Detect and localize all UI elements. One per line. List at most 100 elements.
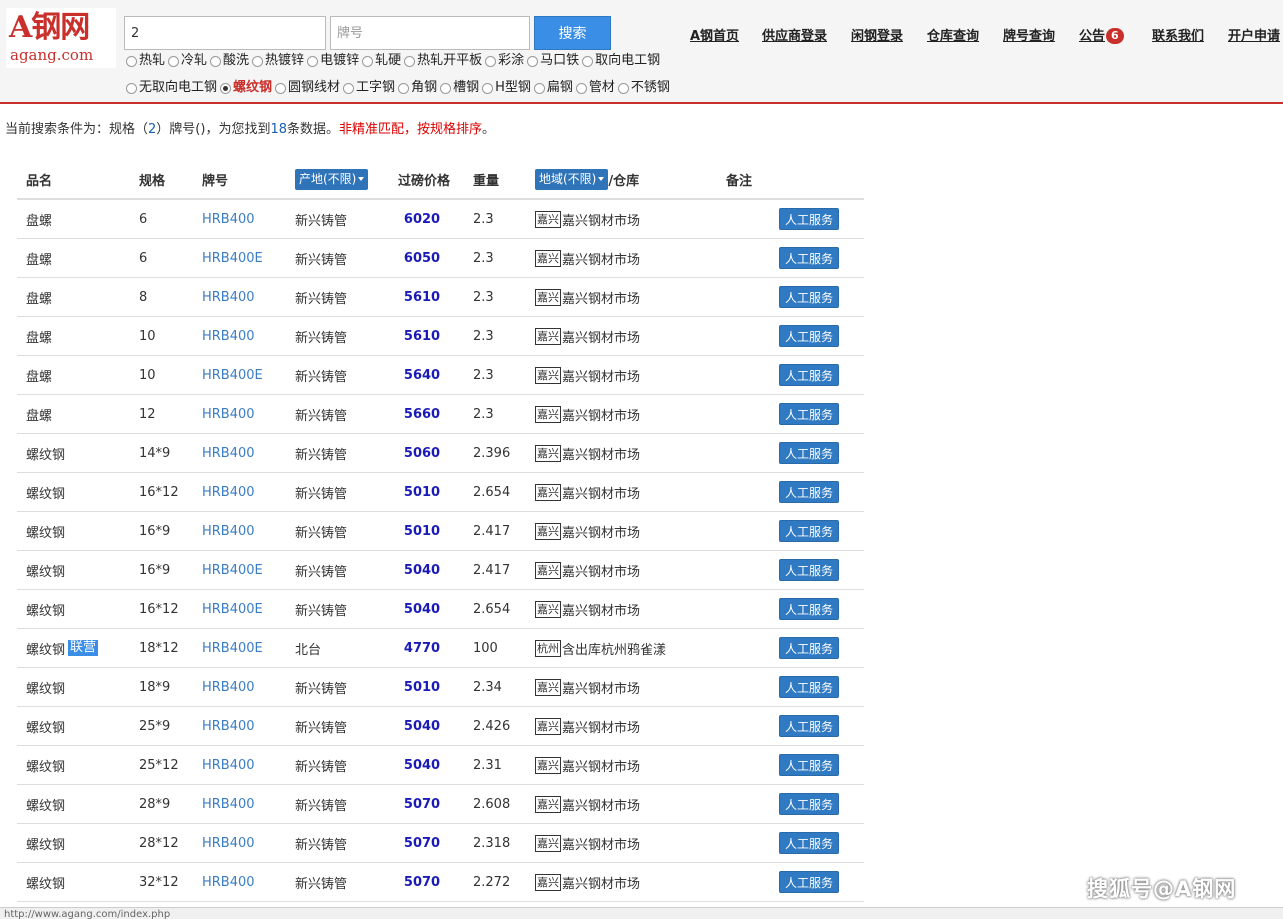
category-option[interactable]: H型钢: [482, 79, 531, 97]
brand-link[interactable]: HRB400: [202, 785, 255, 823]
radio-button[interactable]: [275, 82, 287, 94]
brand-link[interactable]: HRB400: [202, 746, 255, 784]
category-option[interactable]: 取向电工钢: [582, 52, 660, 70]
radio-button[interactable]: [404, 55, 416, 67]
category-option[interactable]: 热轧: [126, 52, 165, 70]
manual-service-button[interactable]: 人工服务: [779, 442, 839, 464]
radio-button[interactable]: [485, 55, 497, 67]
radio-button[interactable]: [126, 55, 137, 67]
brand-link[interactable]: HRB400: [202, 863, 255, 901]
manual-service-button[interactable]: 人工服务: [779, 325, 839, 347]
brand-link[interactable]: HRB400E: [202, 239, 263, 277]
category-option[interactable]: 管材: [575, 79, 615, 97]
manual-service-button[interactable]: 人工服务: [779, 715, 839, 737]
brand-link[interactable]: HRB400: [202, 317, 255, 355]
radio-button[interactable]: [398, 82, 410, 94]
category-option[interactable]: 轧硬: [362, 52, 401, 70]
region-tag: 嘉兴: [535, 405, 561, 423]
nav-contact-link[interactable]: 联系我们: [1152, 28, 1204, 46]
brand-link[interactable]: HRB400: [202, 473, 255, 511]
radio-button[interactable]: [440, 82, 452, 94]
brand-link[interactable]: HRB400: [202, 824, 255, 862]
radio-button[interactable]: [575, 82, 587, 94]
manual-service-button[interactable]: 人工服务: [779, 754, 839, 776]
manual-service-button[interactable]: 人工服务: [779, 364, 839, 386]
manual-service-button[interactable]: 人工服务: [779, 286, 839, 308]
radio-button[interactable]: [582, 55, 594, 67]
category-option[interactable]: 工字钢: [343, 79, 395, 97]
category-option[interactable]: 角钢: [398, 79, 437, 97]
category-option[interactable]: 无取向电工钢: [126, 79, 217, 97]
category-option[interactable]: 槽钢: [440, 79, 479, 97]
manual-service-button[interactable]: 人工服务: [779, 208, 839, 230]
action-cell: 人工服务: [779, 863, 839, 901]
site-logo[interactable]: A钢网 agang.com: [6, 8, 116, 68]
category-option[interactable]: 酸洗: [210, 52, 249, 70]
manual-service-button[interactable]: 人工服务: [779, 793, 839, 815]
spec-search-input[interactable]: [124, 16, 326, 50]
radio-button[interactable]: [482, 82, 494, 94]
category-option[interactable]: 热镀锌: [252, 52, 304, 70]
category-label: 管材: [588, 80, 615, 95]
radio-button[interactable]: [126, 82, 137, 94]
radio-button[interactable]: [617, 82, 629, 94]
manual-service-button[interactable]: 人工服务: [779, 481, 839, 503]
brand-link[interactable]: HRB400E: [202, 590, 263, 628]
category-option[interactable]: 电镀锌: [307, 52, 359, 70]
summary-suffix: 条数据。: [287, 122, 340, 137]
brand-link[interactable]: HRB400: [202, 278, 255, 316]
brand-link[interactable]: HRB400E: [202, 551, 263, 589]
brand-link[interactable]: HRB400: [202, 512, 255, 550]
nav-idle-steel-login-link[interactable]: 闲钢登录: [851, 28, 903, 46]
nav-supplier-login-link[interactable]: 供应商登录: [762, 28, 827, 46]
nav-announcements-link[interactable]: 公告 6: [1079, 28, 1124, 46]
manual-service-button[interactable]: 人工服务: [779, 832, 839, 854]
site-header: A钢网 agang.com 搜索 A钢首页 供应商登录 闲钢登录 仓库查询 牌号…: [0, 0, 1283, 104]
radio-button[interactable]: [527, 55, 539, 67]
manual-service-button[interactable]: 人工服务: [779, 247, 839, 269]
origin-cell: 新兴铸管: [295, 837, 348, 853]
category-option[interactable]: 热轧开平板: [404, 52, 482, 70]
brand-link[interactable]: HRB400: [202, 434, 255, 472]
nav-open-account-link[interactable]: 开户申请: [1228, 28, 1280, 46]
price-cell: 5660: [403, 406, 441, 422]
manual-service-button[interactable]: 人工服务: [779, 403, 839, 425]
manual-service-button[interactable]: 人工服务: [779, 676, 839, 698]
brand-link[interactable]: HRB400: [202, 200, 255, 238]
manual-service-button[interactable]: 人工服务: [779, 637, 839, 659]
nav-grade-query-link[interactable]: 牌号查询: [1003, 28, 1055, 46]
manual-service-button[interactable]: 人工服务: [779, 520, 839, 542]
radio-button[interactable]: [533, 82, 545, 94]
manual-service-button[interactable]: 人工服务: [779, 559, 839, 581]
nav-warehouse-query-link[interactable]: 仓库查询: [927, 28, 979, 46]
brand-link[interactable]: HRB400: [202, 668, 255, 706]
category-option[interactable]: 螺纹钢: [220, 79, 272, 97]
brand-link[interactable]: HRB400E: [202, 629, 263, 667]
category-option[interactable]: 圆钢线材: [275, 79, 340, 97]
radio-button[interactable]: [307, 55, 319, 67]
radio-button[interactable]: [168, 55, 180, 67]
category-option[interactable]: 马口铁: [527, 52, 579, 70]
radio-button[interactable]: [362, 55, 374, 67]
product-name-cell: 螺纹钢: [26, 590, 65, 628]
brand-search-input[interactable]: [330, 16, 530, 50]
brand-link[interactable]: HRB400E: [202, 356, 263, 394]
radio-button[interactable]: [210, 55, 222, 67]
manual-service-button[interactable]: 人工服务: [779, 598, 839, 620]
nav-home-link[interactable]: A钢首页: [690, 28, 739, 46]
radio-button[interactable]: [343, 82, 355, 94]
radio-button[interactable]: [220, 82, 232, 94]
spec-cell: 18*9: [139, 679, 171, 695]
origin-filter-dropdown[interactable]: 产地(不限): [295, 168, 369, 190]
brand-link[interactable]: HRB400: [202, 707, 255, 745]
spec-cell: 28*9: [139, 796, 171, 812]
brand-link[interactable]: HRB400: [202, 395, 255, 433]
search-button[interactable]: 搜索: [534, 16, 611, 50]
category-option[interactable]: 彩涂: [485, 52, 524, 70]
category-option[interactable]: 扁钢: [533, 79, 573, 97]
category-option[interactable]: 冷轧: [168, 52, 207, 70]
radio-button[interactable]: [252, 55, 264, 67]
category-option[interactable]: 不锈钢: [617, 79, 670, 97]
manual-service-button[interactable]: 人工服务: [779, 871, 839, 893]
region-filter-dropdown[interactable]: 地域(不限): [535, 168, 609, 190]
